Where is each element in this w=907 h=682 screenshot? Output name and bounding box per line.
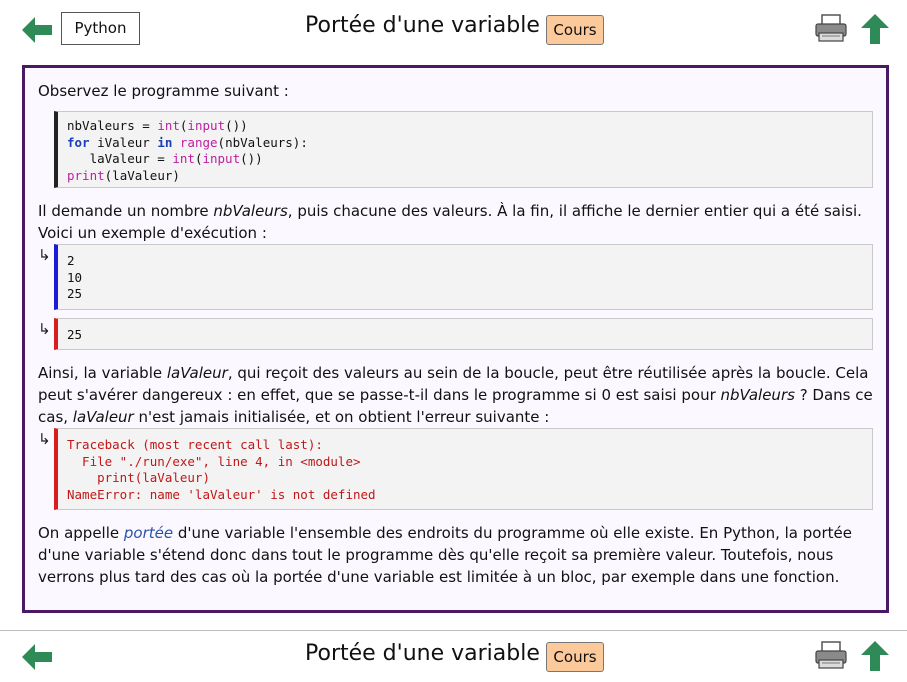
output-example: ↳ 25: [38, 317, 873, 350]
bottom-nav-bar: Portée d'une variable Cours: [0, 630, 907, 682]
arrow-left-icon[interactable]: [22, 17, 52, 43]
error-traceback-block: Traceback (most recent call last): File …: [54, 428, 873, 510]
lesson-content: Observez le programme suivant : nbValeur…: [22, 65, 889, 613]
printer-icon[interactable]: [815, 641, 847, 669]
arrow-left-icon[interactable]: [22, 644, 52, 670]
intro-text: Observez le programme suivant :: [38, 82, 289, 100]
arrow-up-icon[interactable]: [861, 14, 889, 44]
return-arrow-icon: ↳: [38, 319, 51, 338]
language-button[interactable]: Python: [61, 12, 140, 45]
page-title: Portée d'une variable: [305, 13, 540, 38]
arrow-up-icon[interactable]: [861, 641, 889, 671]
code-block: nbValeurs = int(input()) for iValeur in …: [54, 111, 873, 188]
page-title-footer: Portée d'une variable: [305, 641, 540, 666]
printer-icon[interactable]: [815, 14, 847, 42]
term-portee: portée: [123, 524, 174, 542]
return-arrow-icon: ↳: [38, 430, 51, 448]
return-arrow-icon: ↳: [38, 246, 51, 264]
error-example: ↳ Traceback (most recent call last): Fil…: [38, 428, 873, 510]
course-badge[interactable]: Cours: [546, 15, 604, 45]
input-values-block: 2 10 25: [54, 244, 873, 310]
input-example: ↳ 2 10 25: [38, 244, 873, 310]
output-value-block: 25: [54, 317, 873, 350]
course-badge-footer[interactable]: Cours: [546, 642, 604, 672]
paragraph-4: On appelle portée d'une variable l'ensem…: [38, 524, 852, 586]
paragraph-3: Ainsi, la variable laValeur, qui reçoit …: [38, 364, 873, 426]
top-nav-bar: Python Portée d'une variable Cours: [0, 0, 907, 58]
paragraph-2: Il demande un nombre nbValeurs, puis cha…: [38, 202, 862, 242]
